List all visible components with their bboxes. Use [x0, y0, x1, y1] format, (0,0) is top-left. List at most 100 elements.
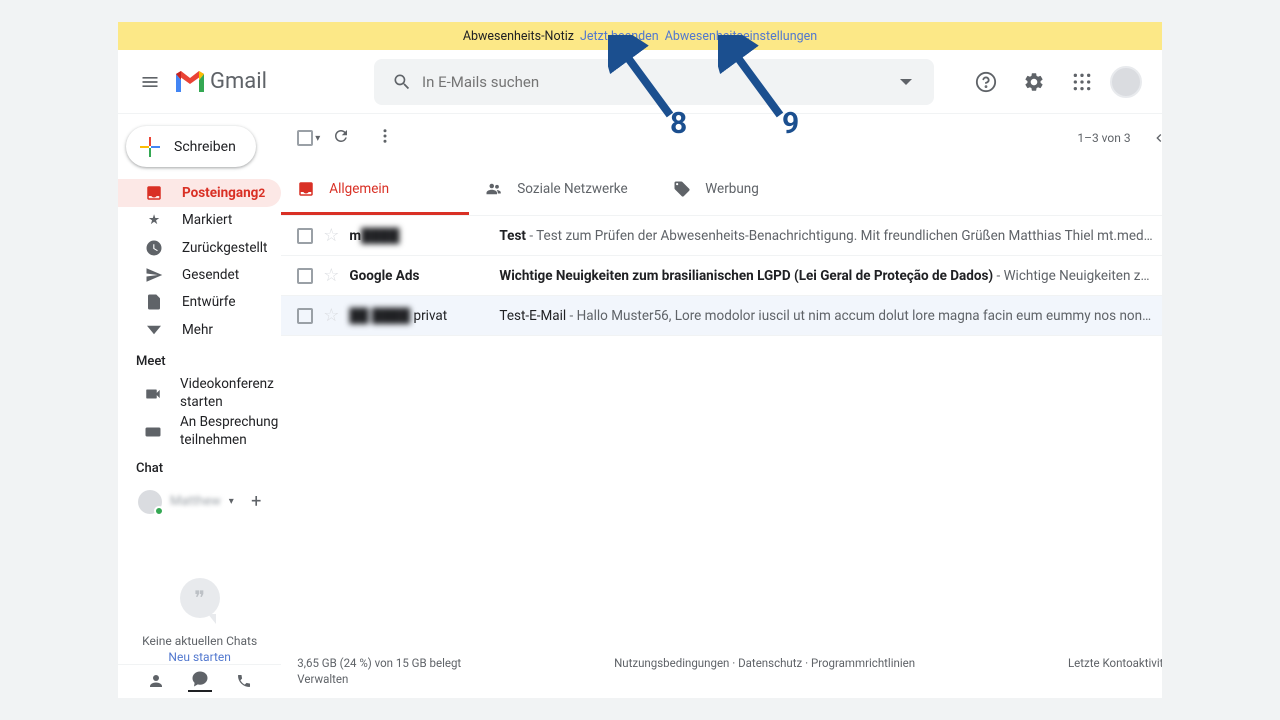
- privacy-link[interactable]: Datenschutz: [738, 656, 802, 670]
- nav-label: Videokonferenz starten: [180, 376, 281, 411]
- compose-label: Schreiben: [174, 139, 236, 155]
- details-link[interactable]: Details: [1068, 672, 1162, 686]
- search-bar[interactable]: [374, 59, 934, 105]
- prev-page-button[interactable]: [1143, 122, 1162, 154]
- keyboard-icon: [144, 422, 162, 442]
- status-dot-icon: [154, 506, 164, 516]
- video-icon: [144, 384, 162, 404]
- main-menu-button[interactable]: [126, 58, 174, 106]
- chat-user-row[interactable]: Matthew ▾ +: [130, 486, 269, 518]
- compose-plus-icon: [138, 135, 162, 159]
- chevron-left-icon: [1151, 130, 1162, 146]
- search-icon: [382, 72, 422, 92]
- tab-primary[interactable]: Allgemein: [281, 162, 469, 215]
- tab-label: Soziale Netzwerke: [517, 181, 627, 197]
- help-icon: [975, 71, 997, 93]
- compose-button[interactable]: Schreiben: [126, 126, 256, 167]
- app-container: Abwesenheits-Notiz Jetzt beenden Abwesen…: [118, 22, 1162, 698]
- nav-label: An Besprechung teilnehmen: [180, 414, 281, 449]
- nav-label: Markiert: [182, 212, 232, 228]
- meet-section-label: Meet: [118, 344, 281, 375]
- send-icon: [144, 265, 164, 285]
- refresh-button[interactable]: [332, 127, 364, 149]
- footer-storage: 3,65 GB (24 %) von 15 GB belegt Verwalte…: [297, 656, 461, 686]
- category-tabs: Allgemein Soziale Netzwerke Werbung: [281, 162, 1162, 216]
- email-row[interactable]: ☆ m████ Test - Test zum Prüfen der Abwes…: [281, 216, 1162, 256]
- email-list: ☆ m████ Test - Test zum Prüfen der Abwes…: [281, 216, 1162, 644]
- tab-promotions[interactable]: Werbung: [657, 162, 845, 215]
- email-sender: Google Ads: [349, 268, 489, 284]
- sidebar-item-starred[interactable]: ★ Markiert: [118, 207, 281, 234]
- nav-label: Entwürfe: [182, 294, 236, 310]
- tab-label: Allgemein: [329, 181, 389, 197]
- star-icon: ★: [144, 210, 164, 230]
- sidebar-item-sent[interactable]: Gesendet: [118, 261, 281, 288]
- settings-button[interactable]: [1014, 62, 1054, 102]
- row-checkbox[interactable]: [297, 268, 313, 284]
- tab-social[interactable]: Soziale Netzwerke: [469, 162, 657, 215]
- new-chat-button[interactable]: +: [251, 491, 261, 512]
- file-icon: [144, 292, 164, 312]
- support-button[interactable]: [966, 62, 1006, 102]
- gmail-logo-icon: [174, 70, 206, 94]
- inbox-badge: 2: [258, 186, 265, 200]
- sidebar-item-drafts[interactable]: Entwürfe: [118, 289, 281, 316]
- product-name: Gmail: [210, 69, 267, 94]
- email-sender: ██ ████ privat: [349, 308, 489, 324]
- footer-activity: Letzte Kontoaktivität vor 12 Stunden Det…: [1068, 656, 1162, 686]
- page-count: 1–3 von 3: [1077, 131, 1130, 145]
- sidebar-item-snoozed[interactable]: Zurückgestellt: [118, 234, 281, 261]
- row-checkbox[interactable]: [297, 228, 313, 244]
- storage-text: 3,65 GB (24 %) von 15 GB belegt: [297, 656, 461, 670]
- banner-end-now-link[interactable]: Jetzt beenden: [580, 29, 659, 44]
- email-row[interactable]: ☆ Google Ads Wichtige Neuigkeiten zum br…: [281, 256, 1162, 296]
- email-subject-line: Test - Test zum Prüfen der Abwesenheits-…: [499, 228, 1162, 244]
- policies-link[interactable]: Programmrichtlinien: [811, 656, 915, 670]
- sidebar: Schreiben Posteingang 2 ★ Markiert Zurüc…: [118, 114, 281, 698]
- chevron-down-icon[interactable]: ▾: [229, 496, 234, 507]
- star-button[interactable]: ☆: [323, 225, 339, 246]
- banner-settings-link[interactable]: Abwesenheitseinstellungen: [665, 29, 817, 44]
- email-subject-line: Test-E-Mail - Hallo Muster56, Lore modol…: [499, 308, 1151, 324]
- annotation-number-8: 8: [670, 106, 687, 141]
- chat-section-label: Chat: [118, 451, 281, 482]
- row-checkbox[interactable]: [297, 308, 313, 324]
- footer-links: Nutzungsbedingungen · Datenschutz · Prog…: [614, 656, 915, 686]
- search-input[interactable]: [422, 73, 886, 91]
- sidebar-item-more[interactable]: Mehr: [118, 316, 281, 343]
- meet-start-item[interactable]: Videokonferenz starten: [118, 375, 281, 413]
- contacts-tab[interactable]: [144, 672, 168, 690]
- email-subject-line: Wichtige Neuigkeiten zum brasilianischen…: [499, 268, 1162, 284]
- main-content: ▾ 1–3 von 3 De: [281, 114, 1162, 698]
- search-options-icon[interactable]: [886, 76, 926, 88]
- body: Schreiben Posteingang 2 ★ Markiert Zurüc…: [118, 114, 1162, 698]
- meet-join-item[interactable]: An Besprechung teilnehmen: [118, 413, 281, 451]
- chat-avatar: [138, 490, 162, 514]
- no-chats-text: Keine aktuellen Chats: [142, 634, 257, 648]
- logo-section[interactable]: Gmail: [174, 69, 354, 94]
- sidebar-item-inbox[interactable]: Posteingang 2: [118, 179, 281, 206]
- star-button[interactable]: ☆: [323, 265, 339, 286]
- start-new-chat-link[interactable]: Neu starten: [168, 650, 230, 664]
- apps-button[interactable]: [1062, 62, 1102, 102]
- chevron-down-icon[interactable]: ▾: [315, 133, 320, 144]
- chevron-down-icon: [144, 320, 164, 340]
- clock-icon: [144, 238, 164, 258]
- email-row[interactable]: ☆ ██ ████ privat Test-E-Mail - Hallo Mus…: [281, 296, 1162, 336]
- tab-label: Werbung: [705, 181, 759, 197]
- footer: 3,65 GB (24 %) von 15 GB belegt Verwalte…: [281, 644, 1162, 698]
- annotation-number-9: 9: [782, 106, 799, 141]
- select-all-checkbox[interactable]: ▾: [297, 130, 320, 146]
- nav-label: Mehr: [182, 322, 213, 338]
- more-button[interactable]: [376, 127, 408, 149]
- nav-label: Posteingang: [182, 185, 258, 201]
- star-button[interactable]: ☆: [323, 305, 339, 326]
- hangouts-tab[interactable]: [188, 670, 212, 692]
- banner-text: Abwesenheits-Notiz: [463, 29, 574, 44]
- account-avatar[interactable]: [1110, 66, 1142, 98]
- manage-storage-link[interactable]: Verwalten: [297, 672, 461, 686]
- phone-tab[interactable]: [232, 673, 256, 689]
- email-sender: m████: [349, 228, 489, 244]
- nav-label: Gesendet: [182, 267, 239, 283]
- terms-link[interactable]: Nutzungsbedingungen: [614, 656, 729, 670]
